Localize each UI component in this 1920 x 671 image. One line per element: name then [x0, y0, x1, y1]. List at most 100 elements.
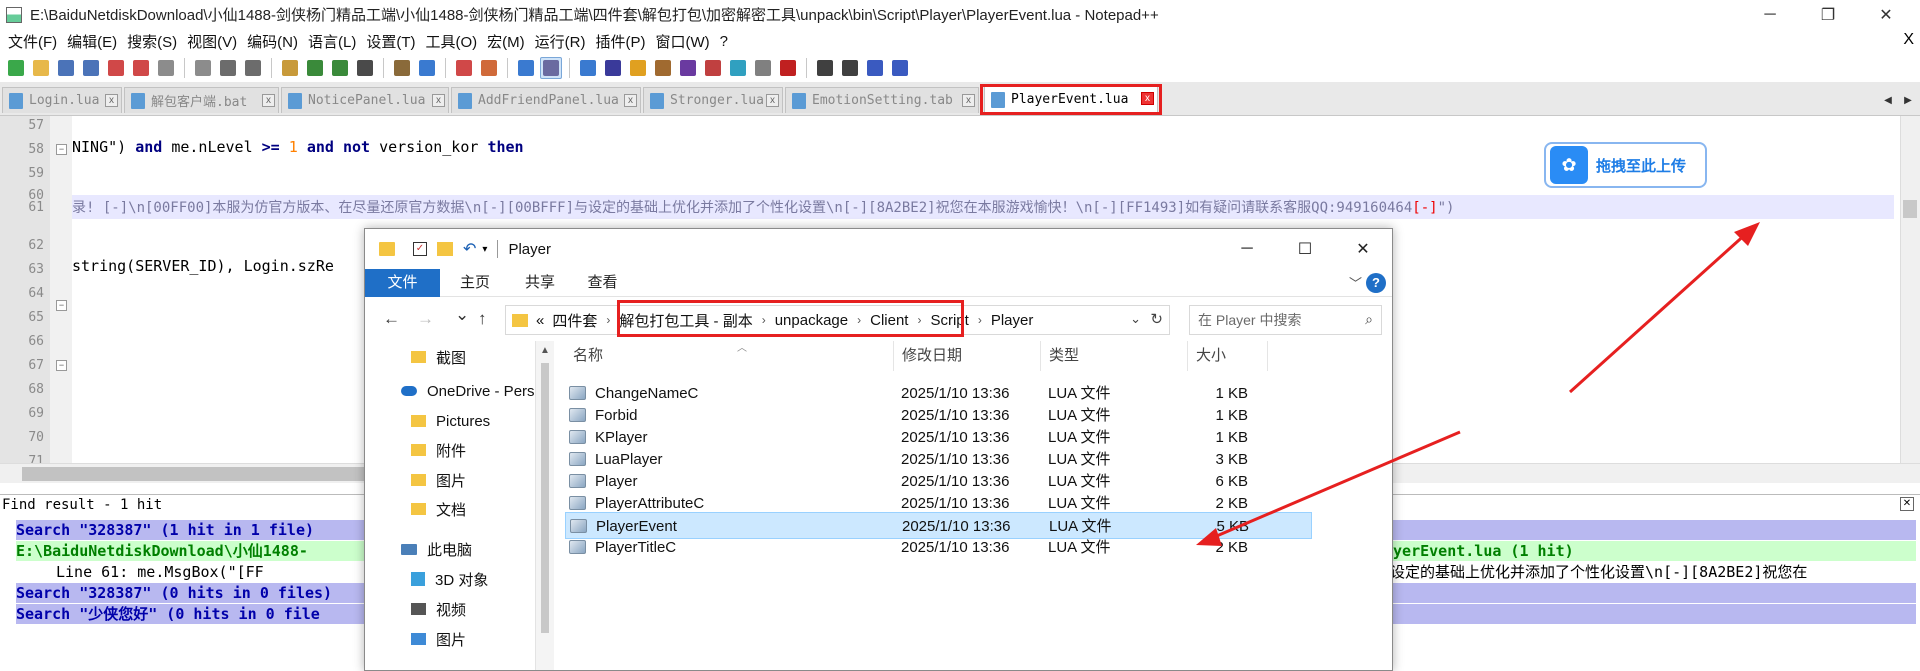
breadcrumb-item[interactable]: 解包打包工具 - 副本 — [619, 310, 752, 331]
close-button[interactable]: ✕ — [1334, 229, 1392, 269]
fold-toggle-icon[interactable]: − — [56, 300, 67, 311]
quick-access-dropdown-icon[interactable]: ▾ — [482, 244, 487, 255]
nav-item-attachments[interactable]: 附件 — [411, 436, 466, 464]
ribbon-tab-share[interactable]: 共享 — [510, 269, 570, 297]
tab-unpack-bat[interactable]: 解包客户端.bat x — [124, 87, 279, 113]
tab-scroll-left-button[interactable]: ◀ — [1880, 92, 1896, 110]
toolbar-button[interactable] — [515, 57, 537, 79]
toolbar-button[interactable] — [814, 57, 836, 79]
scrollbar-thumb[interactable] — [1903, 200, 1917, 218]
menu-window[interactable]: 窗口(W) — [653, 31, 717, 52]
fold-toggle-icon[interactable]: − — [56, 144, 67, 155]
tab-emotionsetting-tab[interactable]: EmotionSetting.tab x — [785, 87, 979, 113]
menu-encoding[interactable]: 编码(N) — [245, 31, 306, 52]
breadcrumb-item[interactable]: Player — [991, 312, 1034, 329]
column-size[interactable]: 大小 — [1188, 341, 1268, 371]
help-icon[interactable]: ? — [1366, 273, 1386, 293]
toolbar-button[interactable] — [155, 57, 177, 79]
chevron-right-icon[interactable]: › — [762, 313, 766, 327]
close-tab-icon[interactable]: x — [962, 94, 975, 107]
close-tab-icon[interactable]: x — [262, 94, 275, 107]
search-icon[interactable]: ⌕ — [1365, 311, 1373, 328]
tab-addfriendpanel-lua[interactable]: AddFriendPanel.lua x — [451, 87, 641, 113]
drag-upload-button[interactable]: ✿ 拖拽至此上传 — [1544, 142, 1707, 188]
toolbar-button[interactable] — [105, 57, 127, 79]
nav-item-screenshots[interactable]: 截图 — [411, 343, 466, 371]
breadcrumb-item[interactable]: Client — [870, 312, 908, 329]
scrollbar-thumb[interactable] — [541, 363, 549, 633]
minimize-button[interactable]: ─ — [1218, 229, 1276, 269]
menu-edit[interactable]: 编辑(E) — [65, 31, 125, 52]
menu-view[interactable]: 视图(V) — [185, 31, 245, 52]
chevron-right-icon[interactable]: › — [917, 313, 921, 327]
tab-login-lua[interactable]: Login.lua x — [2, 87, 122, 113]
close-tab-icon[interactable]: x — [432, 94, 445, 107]
up-button[interactable]: ↑ — [478, 309, 487, 329]
toolbar-button[interactable] — [702, 57, 724, 79]
properties-icon[interactable]: ✓ — [413, 242, 427, 256]
toolbar-button[interactable] — [652, 57, 674, 79]
back-button[interactable]: ← — [383, 309, 400, 329]
fold-toggle-icon[interactable]: − — [56, 360, 67, 371]
nav-item-videos[interactable]: 视频 — [411, 595, 466, 623]
breadcrumb-item[interactable]: unpackage — [775, 312, 848, 329]
toolbar-button[interactable] — [192, 57, 214, 79]
toolbar-button[interactable] — [242, 57, 264, 79]
breadcrumb-item[interactable]: Script — [930, 312, 968, 329]
expand-ribbon-icon[interactable]: ﹀ — [1349, 273, 1362, 292]
close-tab-icon[interactable]: x — [1141, 92, 1154, 105]
refresh-icon[interactable]: ↻ — [1150, 310, 1163, 328]
toolbar-button[interactable] — [416, 57, 438, 79]
toolbar-button[interactable] — [540, 56, 562, 79]
toolbar-button[interactable] — [217, 57, 239, 79]
tab-stronger-lua[interactable]: Stronger.lua x — [643, 87, 783, 113]
navigation-scrollbar[interactable]: ▲ — [536, 341, 554, 670]
toolbar-button[interactable] — [752, 57, 774, 79]
ribbon-tab-home[interactable]: 主页 — [440, 269, 510, 297]
chevron-right-icon[interactable]: › — [857, 313, 861, 327]
nav-item-images[interactable]: 图片 — [411, 466, 466, 494]
nav-item-3d-objects[interactable]: 3D 对象 — [411, 565, 488, 593]
column-type[interactable]: 类型 — [1041, 341, 1188, 371]
column-name[interactable]: 名称 — [565, 341, 894, 371]
toolbar-button[interactable] — [839, 57, 861, 79]
breadcrumb-item[interactable]: 四件套 — [552, 310, 597, 331]
close-tab-icon[interactable]: x — [766, 94, 779, 107]
menu-run[interactable]: 运行(R) — [533, 31, 594, 52]
toolbar-button[interactable] — [5, 57, 27, 79]
ribbon-tab-view[interactable]: 查看 — [570, 269, 635, 297]
toolbar-button[interactable] — [329, 57, 351, 79]
menu-help[interactable]: ? — [718, 33, 736, 50]
menu-search[interactable]: 搜索(S) — [125, 31, 185, 52]
toolbar-button[interactable] — [130, 57, 152, 79]
undo-icon[interactable]: ↶ — [463, 239, 476, 259]
file-row[interactable]: PlayerTitleC 2025/1/10 13:36 LUA 文件 2 KB — [565, 534, 1312, 561]
scroll-up-icon[interactable]: ▲ — [540, 345, 550, 356]
new-folder-icon[interactable] — [437, 242, 453, 256]
toolbar-button[interactable] — [80, 57, 102, 79]
minimize-button[interactable]: ─ — [1742, 0, 1798, 29]
nav-item-documents[interactable]: 文档 — [411, 495, 466, 523]
address-bar[interactable]: « 四件套 › 解包打包工具 - 副本 › unpackage › Client… — [505, 305, 1170, 335]
nav-item-pc-pictures[interactable]: 图片 — [411, 625, 466, 653]
column-modified[interactable]: 修改日期 — [894, 341, 1041, 371]
close-document-button[interactable]: X — [1903, 31, 1914, 49]
maximize-button[interactable]: ☐ — [1276, 229, 1334, 269]
restore-button[interactable]: ❐ — [1800, 0, 1856, 29]
toolbar-button[interactable] — [354, 57, 376, 79]
toolbar-button[interactable] — [55, 57, 77, 79]
toolbar-button[interactable] — [777, 57, 799, 79]
chevron-down-icon[interactable]: ⌄ — [1130, 311, 1141, 327]
nav-item-pictures[interactable]: Pictures — [411, 407, 490, 435]
toolbar-button[interactable] — [677, 57, 699, 79]
menu-language[interactable]: 语言(L) — [306, 31, 364, 52]
close-button[interactable]: ✕ — [1858, 0, 1914, 29]
ribbon-tab-file[interactable]: 文件 — [365, 269, 440, 297]
forward-button[interactable]: → — [417, 309, 434, 329]
toolbar-button[interactable] — [727, 57, 749, 79]
toolbar-button[interactable] — [30, 57, 52, 79]
recent-locations-button[interactable]: ⌄ — [455, 305, 469, 325]
toolbar-button[interactable] — [864, 57, 886, 79]
toolbar-button[interactable] — [627, 57, 649, 79]
toolbar-button[interactable] — [304, 57, 326, 79]
